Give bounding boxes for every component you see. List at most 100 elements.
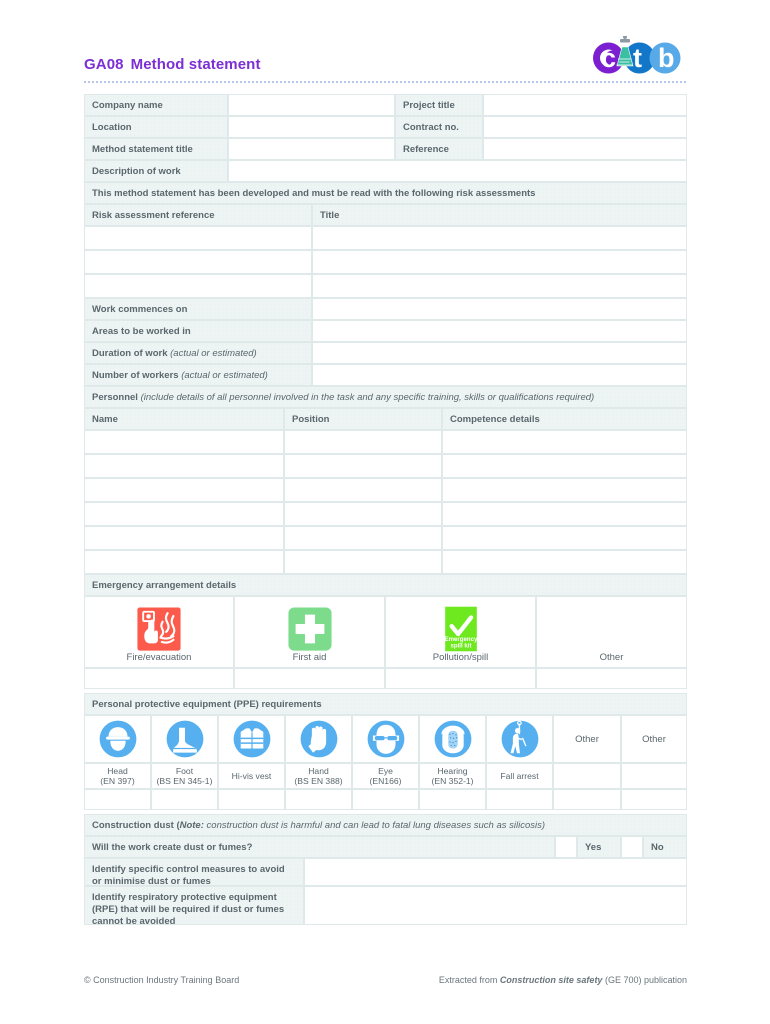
personnel-position-field[interactable] xyxy=(284,550,442,574)
ppe-label-line2: (EN 352-1) xyxy=(431,776,474,786)
emergency-banner-row: Emergency arrangement details xyxy=(84,574,687,596)
dust-no-checkbox[interactable] xyxy=(621,836,643,858)
project-title-field[interactable] xyxy=(483,94,687,116)
personnel-competence-field[interactable] xyxy=(442,550,687,574)
ppe-tick-hearing[interactable] xyxy=(419,789,486,810)
risk-title-field[interactable] xyxy=(312,226,687,250)
emergency-spill-field[interactable] xyxy=(385,668,536,689)
personnel-competence-field[interactable] xyxy=(442,454,687,478)
ppe-tick-foot[interactable] xyxy=(151,789,218,810)
personnel-position-field[interactable] xyxy=(284,502,442,526)
contract-no-label: Contract no. xyxy=(395,116,483,138)
ear-defenders-icon xyxy=(434,720,471,758)
personnel-competence-field[interactable] xyxy=(442,478,687,502)
company-name-label: Company name xyxy=(84,94,228,116)
areas-to-be-worked-in-label: Areas to be worked in xyxy=(84,320,312,342)
page-title: GA08 Method statement xyxy=(84,56,261,73)
ppe-tick-hand[interactable] xyxy=(285,789,352,810)
ppe-tick-fall-arrest[interactable] xyxy=(486,789,553,810)
fire-evacuation-icon xyxy=(137,607,181,651)
personnel-name-field[interactable] xyxy=(84,430,284,454)
work-commences-on-field[interactable] xyxy=(312,298,687,320)
reference-field[interactable] xyxy=(483,138,687,160)
table-row: Location Contract no. xyxy=(84,116,687,138)
emergency-caption: Other xyxy=(599,652,624,663)
ppe-label-line2: (BS EN 388) xyxy=(294,776,343,786)
ppe-icon-cell-fall-arrest xyxy=(486,715,553,763)
table-row: Work commences on xyxy=(84,298,687,320)
personnel-position-field[interactable] xyxy=(284,526,442,550)
risk-banner-row: This method statement has been developed… xyxy=(84,182,687,204)
risk-reference-field[interactable] xyxy=(84,274,312,298)
ppe-tick-other-2[interactable] xyxy=(621,789,687,810)
personnel-name-field[interactable] xyxy=(84,526,284,550)
citb-logo: c t b xyxy=(593,36,681,74)
dust-question-label: Will the work create dust or fumes? xyxy=(84,836,555,858)
ppe-tick-head[interactable] xyxy=(84,789,151,810)
personnel-position-field[interactable] xyxy=(284,454,442,478)
dust-rpe-row: Identify respiratory protective equipmen… xyxy=(84,886,687,925)
ppe-other-label-2: Other xyxy=(621,715,687,763)
personnel-competence-field[interactable] xyxy=(442,526,687,550)
dust-control-measures-field[interactable] xyxy=(304,858,687,886)
table-row: Risk assessment reference Title xyxy=(84,204,687,226)
emergency-first-aid-field[interactable] xyxy=(234,668,385,689)
method-statement-title-field[interactable] xyxy=(228,138,395,160)
ppe-label-head: Head (EN 397) xyxy=(84,763,151,789)
emergency-arrangement-banner: Emergency arrangement details xyxy=(84,574,687,596)
risk-reference-field[interactable] xyxy=(84,226,312,250)
personnel-competence-field[interactable] xyxy=(442,430,687,454)
table-row: Description of work xyxy=(84,160,687,182)
description-of-work-field[interactable] xyxy=(228,160,687,182)
work-commences-on-label: Work commences on xyxy=(84,298,312,320)
personnel-position-header: Position xyxy=(284,408,442,430)
emergency-fire-field[interactable] xyxy=(84,668,234,689)
table-row: Method statement title Reference xyxy=(84,138,687,160)
table-row: Company name Project title xyxy=(84,94,687,116)
risk-reference-field[interactable] xyxy=(84,250,312,274)
personnel-name-field[interactable] xyxy=(84,550,284,574)
ppe-label-hearing: Hearing (EN 352-1) xyxy=(419,763,486,789)
personnel-name-field[interactable] xyxy=(84,478,284,502)
personnel-banner-row: Personnel (include details of all person… xyxy=(84,386,687,408)
form-sheet: Company name Project title Location Cont… xyxy=(84,94,687,925)
personnel-position-field[interactable] xyxy=(284,430,442,454)
personnel-name-field[interactable] xyxy=(84,454,284,478)
duration-of-work-field[interactable] xyxy=(312,342,687,364)
hi-vis-vest-icon xyxy=(233,720,270,758)
ppe-tick-other-1[interactable] xyxy=(553,789,621,810)
emergency-spill-kit-icon: Emergency spill kit xyxy=(444,606,478,652)
table-row xyxy=(84,226,687,250)
company-name-field[interactable] xyxy=(228,94,395,116)
risk-title-field[interactable] xyxy=(312,274,687,298)
fall-arrest-harness-icon xyxy=(501,720,538,758)
hard-hat-icon xyxy=(99,720,136,758)
personnel-name-field[interactable] xyxy=(84,502,284,526)
personnel-position-field[interactable] xyxy=(284,478,442,502)
ppe-label-hi-vis: Hi-vis vest xyxy=(218,763,285,789)
ppe-label-row: Head (EN 397) Foot (BS EN 345-1) Hi-vis … xyxy=(84,763,687,789)
ppe-tick-hi-vis[interactable] xyxy=(218,789,285,810)
svg-text:t: t xyxy=(633,43,642,73)
ppe-icon-cell-head xyxy=(84,715,151,763)
risk-title-field[interactable] xyxy=(312,250,687,274)
contract-no-field[interactable] xyxy=(483,116,687,138)
areas-to-be-worked-in-field[interactable] xyxy=(312,320,687,342)
emergency-item-pollution-spill: Emergency spill kit Pollution/spill xyxy=(385,596,536,668)
location-label: Location xyxy=(84,116,228,138)
page-header: GA08 Method statement c t b xyxy=(84,36,686,84)
table-row xyxy=(84,250,687,274)
personnel-competence-field[interactable] xyxy=(442,502,687,526)
svg-text:spill kit: spill kit xyxy=(450,643,471,650)
svg-text:c: c xyxy=(601,43,616,73)
emergency-caption: Pollution/spill xyxy=(432,652,489,663)
location-field[interactable] xyxy=(228,116,395,138)
number-of-workers-field[interactable] xyxy=(312,364,687,386)
method-statement-page: GA08 Method statement c t b Company name xyxy=(0,0,770,1024)
ppe-tick-eye[interactable] xyxy=(352,789,419,810)
dust-yes-checkbox[interactable] xyxy=(555,836,577,858)
ppe-other-label-blank-2 xyxy=(621,763,687,789)
emergency-other-field[interactable] xyxy=(536,668,687,689)
dust-rpe-field[interactable] xyxy=(304,886,687,925)
risk-title-header: Title xyxy=(312,204,687,226)
